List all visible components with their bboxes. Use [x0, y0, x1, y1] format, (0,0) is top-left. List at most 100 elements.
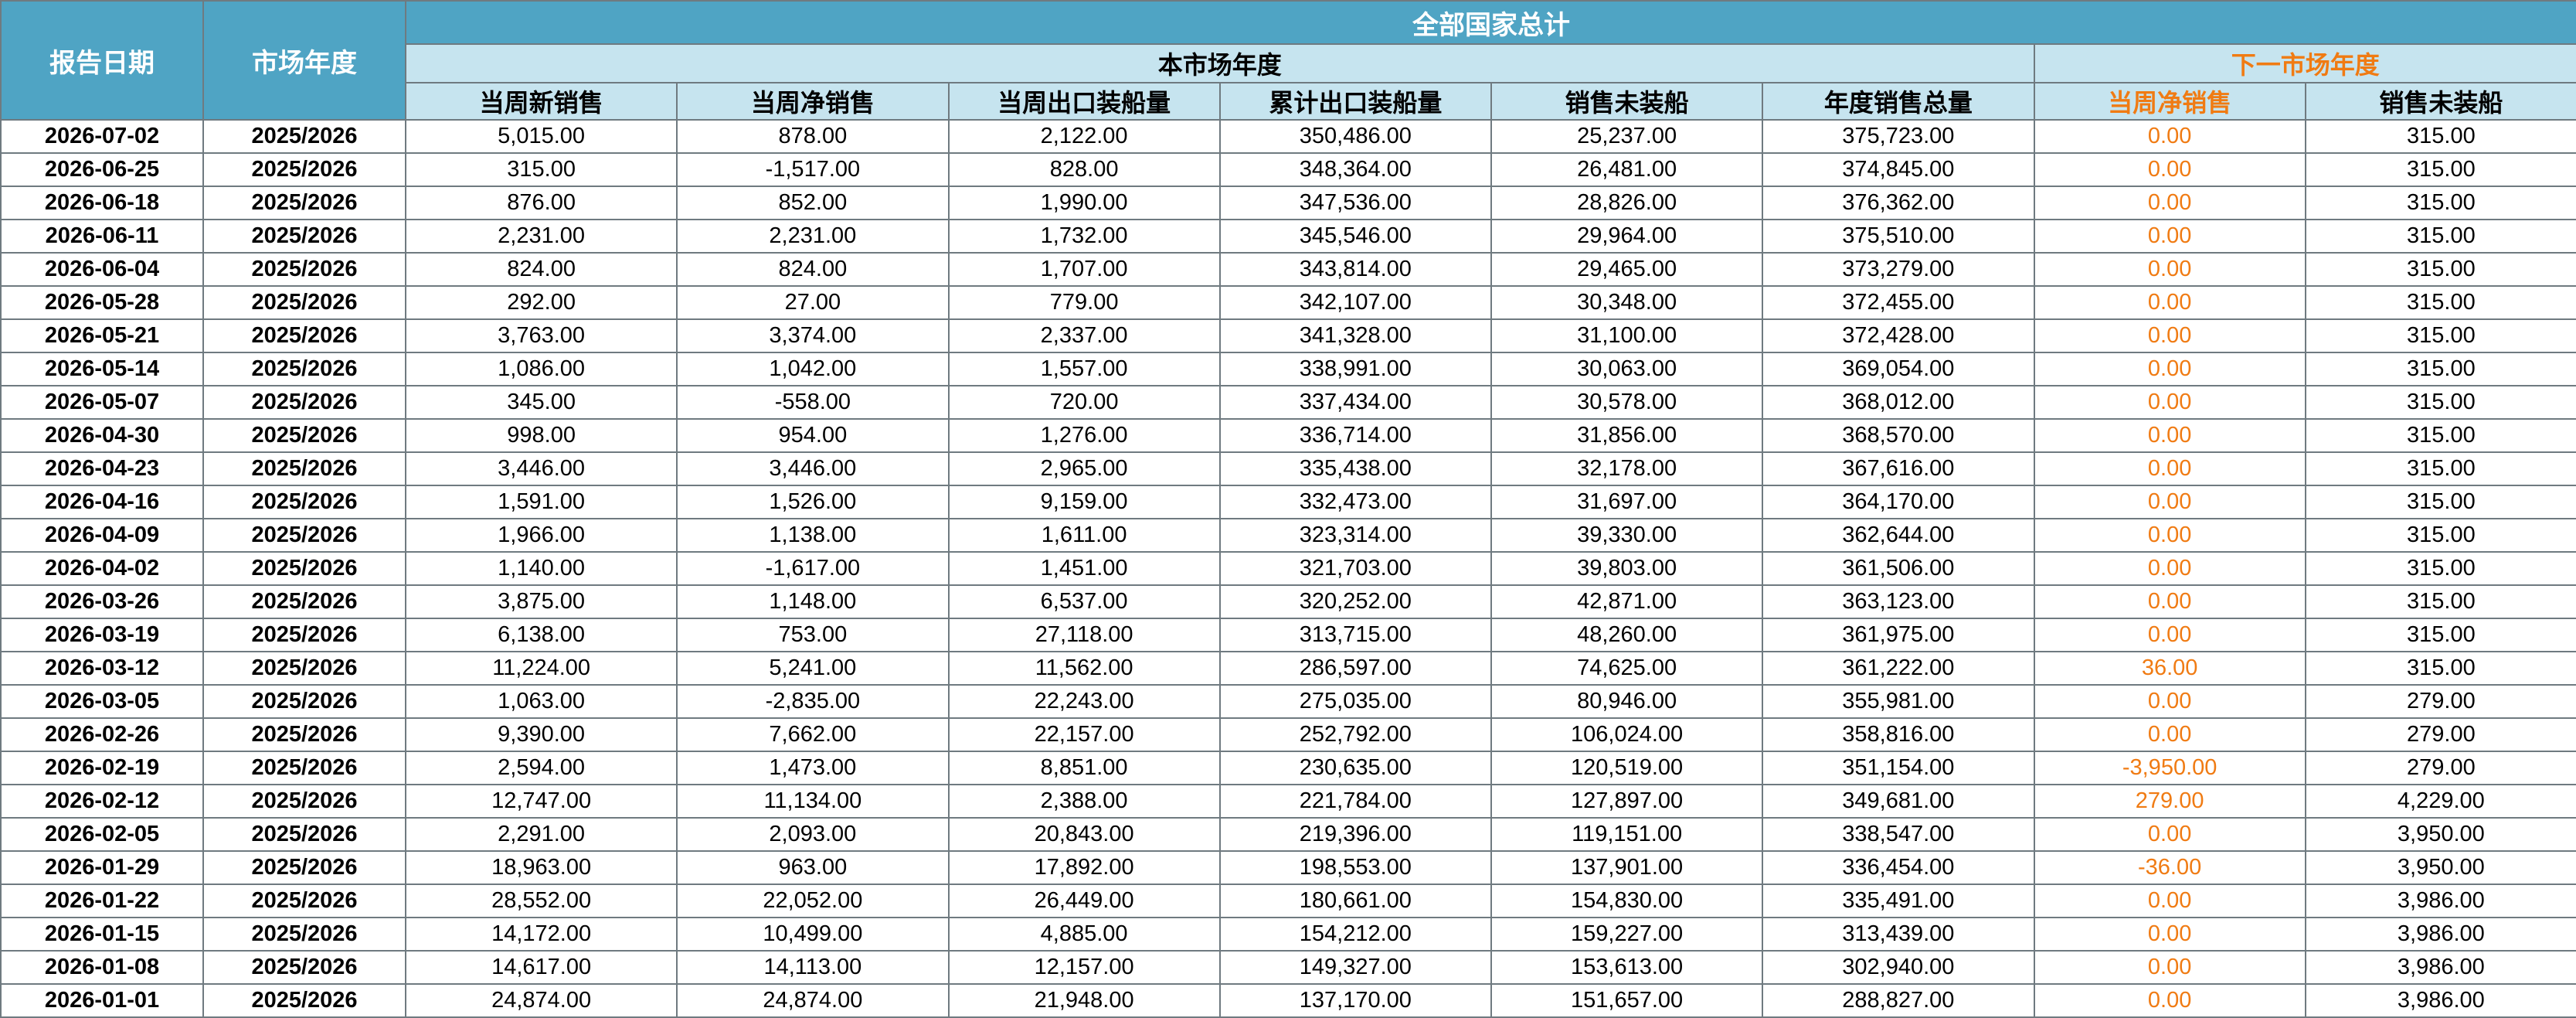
cell-next-year-outstanding-sales: 279.00 — [2306, 685, 2576, 718]
cell-accumulated-exports: 336,714.00 — [1220, 419, 1491, 452]
cell-next-year-net-sales: 0.00 — [2034, 519, 2306, 552]
cell-next-year-net-sales: 0.00 — [2034, 618, 2306, 652]
cell-weekly-exports: 26,449.00 — [949, 884, 1220, 918]
cell-market-year: 2025/2026 — [203, 319, 406, 352]
cell-weekly-new-sales: 6,138.00 — [406, 618, 677, 652]
table-row: 2026-02-262025/20269,390.007,662.0022,15… — [1, 718, 2576, 751]
cell-report-date: 2026-04-09 — [1, 519, 203, 552]
cell-weekly-net-sales: 3,374.00 — [677, 319, 948, 352]
cell-weekly-new-sales: 5,015.00 — [406, 120, 677, 153]
cell-report-date: 2026-03-12 — [1, 652, 203, 685]
cell-accumulated-exports: 180,661.00 — [1220, 884, 1491, 918]
cell-weekly-exports: 1,451.00 — [949, 552, 1220, 585]
cell-outstanding-sales: 32,178.00 — [1491, 452, 1762, 485]
cell-weekly-net-sales: 878.00 — [677, 120, 948, 153]
cell-accumulated-exports: 320,252.00 — [1220, 585, 1491, 618]
cell-weekly-net-sales: 14,113.00 — [677, 951, 948, 984]
cell-total-commitments: 363,123.00 — [1762, 585, 2034, 618]
cell-next-year-net-sales: 0.00 — [2034, 884, 2306, 918]
cell-weekly-net-sales: 1,148.00 — [677, 585, 948, 618]
cell-accumulated-exports: 149,327.00 — [1220, 951, 1491, 984]
cell-next-year-outstanding-sales: 315.00 — [2306, 186, 2576, 220]
cell-outstanding-sales: 137,901.00 — [1491, 851, 1762, 884]
cell-next-year-outstanding-sales: 315.00 — [2306, 286, 2576, 319]
cell-outstanding-sales: 80,946.00 — [1491, 685, 1762, 718]
cell-weekly-new-sales: 876.00 — [406, 186, 677, 220]
cell-weekly-net-sales: -1,617.00 — [677, 552, 948, 585]
cell-weekly-new-sales: 3,875.00 — [406, 585, 677, 618]
cell-accumulated-exports: 341,328.00 — [1220, 319, 1491, 352]
cell-market-year: 2025/2026 — [203, 618, 406, 652]
table-row: 2026-05-212025/20263,763.003,374.002,337… — [1, 319, 2576, 352]
cell-accumulated-exports: 221,784.00 — [1220, 785, 1491, 818]
table-row: 2026-03-122025/202611,224.005,241.0011,5… — [1, 652, 2576, 685]
cell-market-year: 2025/2026 — [203, 585, 406, 618]
column-header: 年度销售总量 — [1762, 83, 2034, 120]
cell-next-year-outstanding-sales: 279.00 — [2306, 751, 2576, 785]
cell-total-commitments: 361,975.00 — [1762, 618, 2034, 652]
cell-weekly-net-sales: 7,662.00 — [677, 718, 948, 751]
cell-market-year: 2025/2026 — [203, 951, 406, 984]
cell-total-commitments: 367,616.00 — [1762, 452, 2034, 485]
cell-next-year-net-sales: -36.00 — [2034, 851, 2306, 884]
cell-weekly-net-sales: 824.00 — [677, 253, 948, 286]
cell-market-year: 2025/2026 — [203, 652, 406, 685]
table-row: 2026-06-042025/2026824.00824.001,707.003… — [1, 253, 2576, 286]
cell-outstanding-sales: 25,237.00 — [1491, 120, 1762, 153]
cell-next-year-net-sales: 0.00 — [2034, 685, 2306, 718]
cell-report-date: 2026-06-11 — [1, 220, 203, 253]
cell-market-year: 2025/2026 — [203, 751, 406, 785]
cell-market-year: 2025/2026 — [203, 286, 406, 319]
cell-accumulated-exports: 342,107.00 — [1220, 286, 1491, 319]
cell-total-commitments: 369,054.00 — [1762, 352, 2034, 386]
cell-total-commitments: 338,547.00 — [1762, 818, 2034, 851]
cell-weekly-exports: 11,562.00 — [949, 652, 1220, 685]
cell-accumulated-exports: 338,991.00 — [1220, 352, 1491, 386]
cell-weekly-net-sales: 753.00 — [677, 618, 948, 652]
cell-outstanding-sales: 30,578.00 — [1491, 386, 1762, 419]
table-row: 2026-06-182025/2026876.00852.001,990.003… — [1, 186, 2576, 220]
cell-accumulated-exports: 313,715.00 — [1220, 618, 1491, 652]
cell-weekly-exports: 1,611.00 — [949, 519, 1220, 552]
cell-weekly-new-sales: 824.00 — [406, 253, 677, 286]
cell-next-year-outstanding-sales: 315.00 — [2306, 485, 2576, 519]
cell-weekly-net-sales: 24,874.00 — [677, 984, 948, 1017]
cell-total-commitments: 368,570.00 — [1762, 419, 2034, 452]
cell-weekly-exports: 20,843.00 — [949, 818, 1220, 851]
cell-outstanding-sales: 31,697.00 — [1491, 485, 1762, 519]
cell-next-year-net-sales: 0.00 — [2034, 319, 2306, 352]
cell-outstanding-sales: 120,519.00 — [1491, 751, 1762, 785]
cell-market-year: 2025/2026 — [203, 884, 406, 918]
cell-next-year-net-sales: -3,950.00 — [2034, 751, 2306, 785]
cell-weekly-net-sales: 954.00 — [677, 419, 948, 452]
cell-accumulated-exports: 275,035.00 — [1220, 685, 1491, 718]
cell-total-commitments: 361,506.00 — [1762, 552, 2034, 585]
cell-weekly-net-sales: 5,241.00 — [677, 652, 948, 685]
cell-outstanding-sales: 42,871.00 — [1491, 585, 1762, 618]
cell-total-commitments: 335,491.00 — [1762, 884, 2034, 918]
cell-weekly-exports: 1,990.00 — [949, 186, 1220, 220]
cell-report-date: 2026-06-18 — [1, 186, 203, 220]
cell-accumulated-exports: 219,396.00 — [1220, 818, 1491, 851]
cell-weekly-net-sales: -558.00 — [677, 386, 948, 419]
cell-accumulated-exports: 337,434.00 — [1220, 386, 1491, 419]
table-row: 2026-05-142025/20261,086.001,042.001,557… — [1, 352, 2576, 386]
cell-next-year-net-sales: 0.00 — [2034, 352, 2306, 386]
cell-report-date: 2026-05-21 — [1, 319, 203, 352]
table-row: 2026-04-162025/20261,591.001,526.009,159… — [1, 485, 2576, 519]
cell-weekly-exports: 2,965.00 — [949, 452, 1220, 485]
cell-weekly-net-sales: 1,526.00 — [677, 485, 948, 519]
cell-next-year-net-sales: 0.00 — [2034, 718, 2306, 751]
cell-weekly-new-sales: 998.00 — [406, 419, 677, 452]
table-row: 2026-03-052025/20261,063.00-2,835.0022,2… — [1, 685, 2576, 718]
cell-next-year-net-sales: 279.00 — [2034, 785, 2306, 818]
table-row: 2026-01-152025/202614,172.0010,499.004,8… — [1, 918, 2576, 951]
cell-weekly-exports: 1,557.00 — [949, 352, 1220, 386]
cell-weekly-new-sales: 11,224.00 — [406, 652, 677, 685]
cell-total-commitments: 364,170.00 — [1762, 485, 2034, 519]
cell-total-commitments: 375,723.00 — [1762, 120, 2034, 153]
cell-accumulated-exports: 321,703.00 — [1220, 552, 1491, 585]
cell-next-year-outstanding-sales: 3,986.00 — [2306, 984, 2576, 1017]
cell-market-year: 2025/2026 — [203, 818, 406, 851]
cell-market-year: 2025/2026 — [203, 153, 406, 186]
